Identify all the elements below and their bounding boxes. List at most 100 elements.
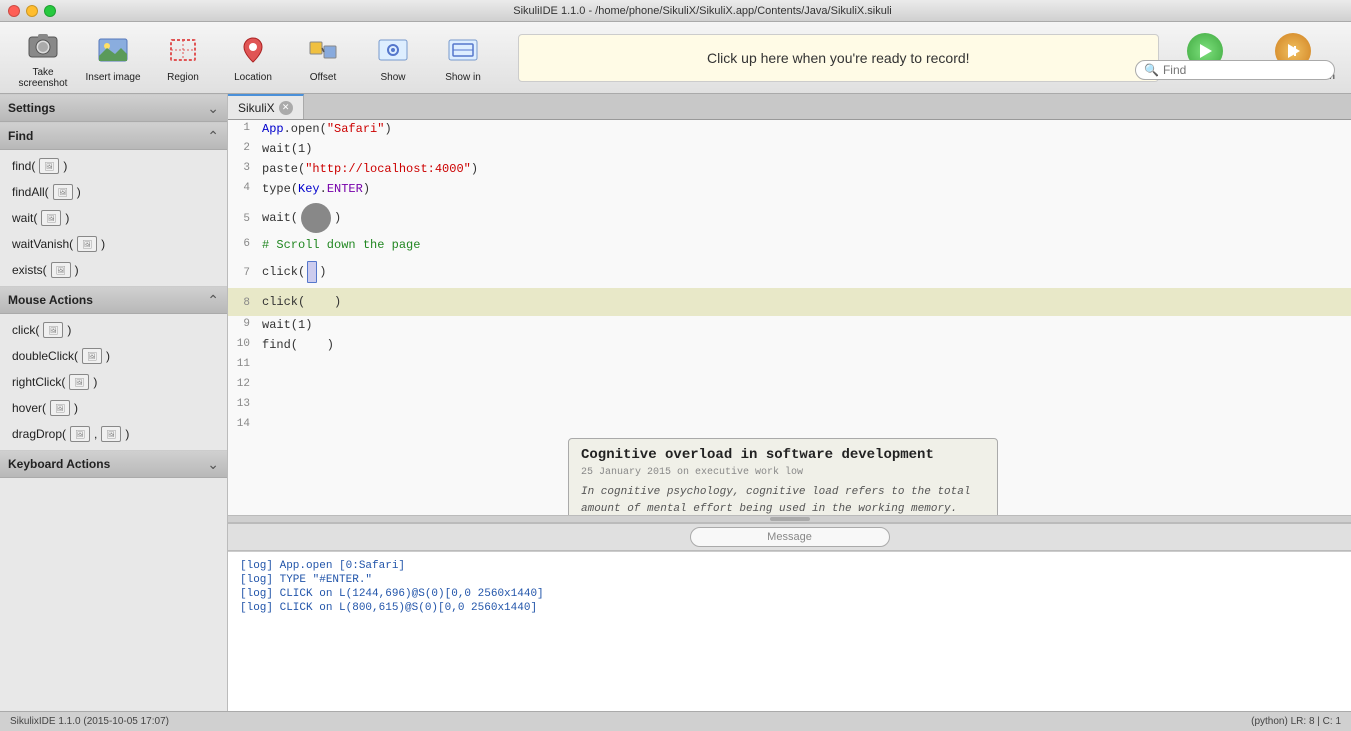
code-editor[interactable]: 1 App.open("Safari") 2 wait(1) 3 paste("… — [228, 120, 1351, 515]
line-num-9: 9 — [228, 316, 258, 330]
record-tooltip: Click up here when you're ready to recor… — [518, 34, 1159, 82]
line-content-14 — [258, 416, 1351, 420]
maximize-button[interactable] — [44, 5, 56, 17]
message-placeholder: Message — [767, 531, 812, 543]
show-button[interactable]: Show — [358, 28, 428, 88]
title-bar: SikuliIDE 1.1.0 - /home/phone/SikuliX/Si… — [0, 0, 1351, 22]
log-line-3: [log] TYPE "#ENTER." — [240, 574, 1339, 586]
keyboard-chevron-icon: ⌄ — [207, 456, 219, 473]
dragdrop-image2-icon: 🖼 — [101, 426, 121, 442]
sikulix-tab[interactable]: SikuliX ✕ — [228, 94, 304, 119]
find-bar: 🔍 — [1135, 60, 1335, 80]
line-content-6: # Scroll down the page — [258, 236, 1351, 254]
wait-image-icon: 🖼 — [41, 210, 61, 226]
location-button[interactable]: Location — [218, 28, 288, 88]
show-in-button[interactable]: Show in — [428, 28, 498, 88]
inline-avatar — [301, 203, 331, 233]
minimize-button[interactable] — [26, 5, 38, 17]
line-num-5: 5 — [228, 211, 258, 225]
dragdrop-comma: , — [94, 427, 97, 441]
find-suffix: ) — [63, 159, 67, 173]
close-button[interactable] — [8, 5, 20, 17]
exists-item[interactable]: exists( 🖼 ) — [8, 260, 219, 280]
line-content-2: wait(1) — [258, 140, 1351, 158]
waitvanish-image-icon: 🖼 — [77, 236, 97, 252]
insert-image-button[interactable]: Insert image — [78, 28, 148, 88]
findall-item[interactable]: findAll( 🖼 ) — [8, 182, 219, 202]
camera-icon — [25, 27, 61, 63]
window-title: SikuliIDE 1.1.0 - /home/phone/SikuliX/Si… — [62, 5, 1343, 17]
splitter[interactable] — [228, 515, 1351, 523]
wait-suffix: ) — [65, 211, 69, 225]
find-icon: 🔍 — [1144, 63, 1159, 77]
dragdrop-suffix: ) — [125, 427, 129, 441]
message-input[interactable]: Message — [690, 527, 890, 547]
show-in-icon — [445, 32, 481, 68]
code-line-12: 12 — [228, 376, 1351, 396]
tab-close-button[interactable]: ✕ — [279, 101, 293, 115]
find-input[interactable] — [1163, 63, 1326, 77]
code-line-13: 13 — [228, 396, 1351, 416]
code-line-8: 8 click( ) — [228, 288, 1351, 316]
hover-suffix: ) — [74, 401, 78, 415]
find-section-title: Find — [8, 129, 33, 143]
dragdrop-item[interactable]: dragDrop( 🖼 , 🖼 ) — [8, 424, 219, 444]
keyboard-section-header[interactable]: Keyboard Actions ⌄ — [0, 450, 227, 478]
exists-suffix: ) — [75, 263, 79, 277]
offset-label: Offset — [310, 72, 337, 83]
inline-img-7 — [307, 261, 317, 283]
rightclick-item[interactable]: rightClick( 🖼 ) — [8, 372, 219, 392]
log-line-1: [log] App.open [0:Safari] — [240, 560, 1339, 572]
click-image-icon: 🖼 — [43, 322, 63, 338]
line-content-12 — [258, 376, 1351, 380]
line-num-14: 14 — [228, 416, 258, 430]
location-label: Location — [234, 72, 272, 83]
code-line-5: 5 wait( ) — [228, 200, 1351, 236]
settings-section-header[interactable]: Settings ⌄ — [0, 94, 227, 122]
find-section-header[interactable]: Find ⌃ — [0, 122, 227, 150]
line-num-2: 2 — [228, 140, 258, 154]
doubleclick-item[interactable]: doubleClick( 🖼 ) — [8, 346, 219, 366]
exists-label: exists( — [12, 263, 47, 277]
show-label: Show — [380, 72, 405, 83]
find-item[interactable]: find( 🖼 ) — [8, 156, 219, 176]
hover-item[interactable]: hover( 🖼 ) — [8, 398, 219, 418]
code-tooltip: Cognitive overload in software developme… — [568, 438, 998, 515]
line-num-11: 11 — [228, 356, 258, 370]
offset-button[interactable]: Offset — [288, 28, 358, 88]
mouse-section-content: click( 🖼 ) doubleClick( 🖼 ) rightClick( … — [0, 314, 227, 450]
mouse-section-header[interactable]: Mouse Actions ⌃ — [0, 286, 227, 314]
click-item[interactable]: click( 🖼 ) — [8, 320, 219, 340]
findall-image-icon: 🖼 — [53, 184, 73, 200]
code-line-4: 4 type(Key.ENTER) — [228, 180, 1351, 200]
content-area: SikuliX ✕ 1 App.open("Safari") 2 wait(1)… — [228, 94, 1351, 711]
find-label: find( — [12, 159, 35, 173]
exists-image-icon: 🖼 — [51, 262, 71, 278]
keyboard-section-title: Keyboard Actions — [8, 457, 110, 471]
code-line-3: 3 paste("http://localhost:4000") — [228, 160, 1351, 180]
log-line-4: [log] CLICK on L(1244,696)@S(0)[0,0 2560… — [240, 588, 1339, 600]
status-right: (python) LR: 8 | C: 1 — [1251, 716, 1341, 727]
click-label: click( — [12, 323, 39, 337]
dragdrop-image1-icon: 🖼 — [70, 426, 90, 442]
tab-bar: SikuliX ✕ — [228, 94, 1351, 120]
line-num-1: 1 — [228, 120, 258, 134]
toolbar-left: Take screenshot Insert image — [8, 28, 498, 88]
rightclick-label: rightClick( — [12, 375, 65, 389]
line-content-13 — [258, 396, 1351, 400]
line-content-1: App.open("Safari") — [258, 120, 1351, 138]
code-line-6: 6 # Scroll down the page — [228, 236, 1351, 256]
take-screenshot-button[interactable]: Take screenshot — [8, 28, 78, 88]
line-num-3: 3 — [228, 160, 258, 174]
hover-label: hover( — [12, 401, 46, 415]
message-bar: Message — [228, 523, 1351, 551]
settings-chevron-icon: ⌄ — [207, 100, 219, 117]
code-line-11: 11 — [228, 356, 1351, 376]
line-content-10: find( ) — [258, 336, 1351, 354]
wait-item[interactable]: wait( 🖼 ) — [8, 208, 219, 228]
findall-suffix: ) — [77, 185, 81, 199]
toolbar: Take screenshot Insert image — [0, 22, 1351, 94]
waitvanish-item[interactable]: waitVanish( 🖼 ) — [8, 234, 219, 254]
log-line-5: [log] CLICK on L(800,615)@S(0)[0,0 2560x… — [240, 602, 1339, 614]
region-button[interactable]: Region — [148, 28, 218, 88]
